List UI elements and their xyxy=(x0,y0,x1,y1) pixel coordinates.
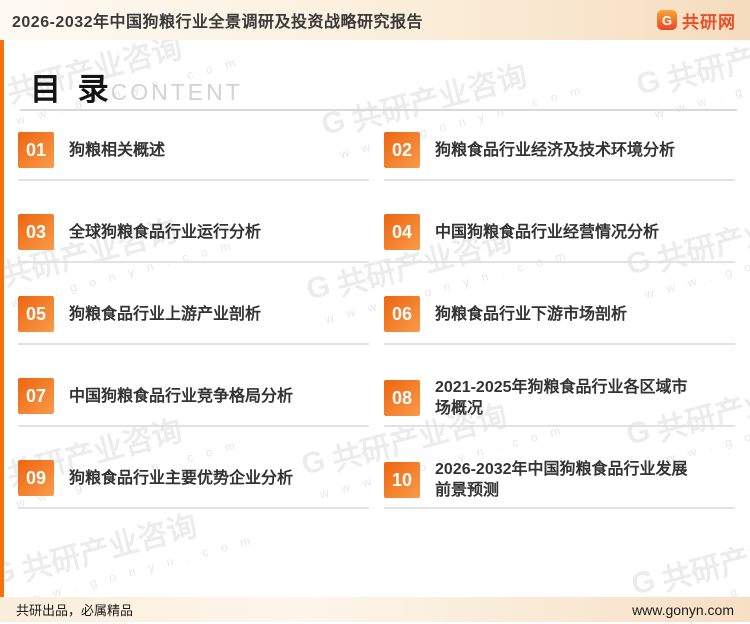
toc-item: 01 狗粮相关概述 xyxy=(18,131,369,213)
toc-item-number: 08 xyxy=(384,380,420,416)
toc-item-label: 狗粮食品行业主要优势企业分析 xyxy=(69,469,294,487)
toc-item-label: 中国狗粮食品行业经营情况分析 xyxy=(435,223,660,241)
toc-item-divider xyxy=(384,507,735,509)
toc-item-label: 狗粮相关概述 xyxy=(69,141,166,159)
header-bar: 2026-2032年中国狗粮行业全景调研及投资战略研究报告 G 共研网 xyxy=(0,0,750,40)
toc-list: 01 狗粮相关概述 02 狗粮食品行业经济及技术环境分析 03 全球狗粮食品行业… xyxy=(18,131,735,541)
toc-item-label: 全球狗粮食品行业运行分析 xyxy=(69,223,262,241)
brand-g-icon: G xyxy=(657,10,677,30)
watermark-brand: 共研产业咨询 xyxy=(348,59,531,138)
toc-item: 07 中国狗粮食品行业竞争格局分析 xyxy=(18,377,369,459)
toc-item-divider xyxy=(18,261,369,263)
footer-bar: 共研出品，必属精品 www.gonyn.com xyxy=(0,597,750,622)
toc-item: 04 中国狗粮食品行业经营情况分析 xyxy=(384,213,735,295)
toc-item-label: 狗粮食品行业上游产业剖析 xyxy=(69,305,262,323)
toc-item: 02 狗粮食品行业经济及技术环境分析 xyxy=(384,131,735,213)
toc-item: 06 狗粮食品行业下游市场剖析 xyxy=(384,295,735,377)
toc-item: 08 2021-2025年狗粮食品行业各区域市场概况 xyxy=(384,377,735,459)
footer-slogan: 共研出品，必属精品 xyxy=(16,603,134,618)
page-title: 目 录 xyxy=(30,72,113,107)
toc-item-number: 06 xyxy=(384,296,420,332)
toc-item-number: 09 xyxy=(18,460,54,496)
toc-item-number: 03 xyxy=(18,214,54,250)
toc-item-label: 2021-2025年狗粮食品行业各区域市场概况 xyxy=(435,379,688,417)
brand-logo: G 共研网 xyxy=(657,8,736,33)
toc-item: 10 2026-2032年中国狗粮食品行业发展前景预测 xyxy=(384,459,735,541)
toc-item-number: 07 xyxy=(18,378,54,414)
toc-item-label: 狗粮食品行业经济及技术环境分析 xyxy=(435,141,676,159)
toc-item-number: 05 xyxy=(18,296,54,332)
toc-item-number: 02 xyxy=(384,132,420,168)
toc-title-block: 目 录 CONTENT xyxy=(30,64,243,109)
toc-item-label: 狗粮食品行业下游市场剖析 xyxy=(435,305,628,323)
toc-item-number: 01 xyxy=(18,132,54,168)
toc-item-number: 10 xyxy=(384,462,420,498)
toc-item-divider xyxy=(384,261,735,263)
toc-item: 03 全球狗粮食品行业运行分析 xyxy=(18,213,369,295)
toc-item-divider xyxy=(384,179,735,181)
toc-item-number: 04 xyxy=(384,214,420,250)
page-subtitle: CONTENT xyxy=(110,79,243,105)
toc-item-divider xyxy=(18,507,369,509)
footer-website: www.gonyn.com xyxy=(632,601,734,618)
toc-item-divider xyxy=(384,343,735,345)
title-divider xyxy=(20,109,737,111)
toc-item: 09 狗粮食品行业主要优势企业分析 xyxy=(18,459,369,541)
toc-item-label: 2026-2032年中国狗粮食品行业发展前景预测 xyxy=(435,461,688,499)
left-accent-bar xyxy=(0,40,4,597)
brand-name: 共研网 xyxy=(682,12,736,32)
toc-item-label: 中国狗粮食品行业竞争格局分析 xyxy=(69,387,294,405)
toc-item-divider xyxy=(18,425,369,427)
toc-item-divider xyxy=(18,343,369,345)
toc-item-divider xyxy=(384,425,735,427)
watermark-g-icon: G xyxy=(632,63,664,102)
report-title: 2026-2032年中国狗粮行业全景调研及投资战略研究报告 xyxy=(12,14,424,31)
toc-item-divider xyxy=(18,179,369,181)
toc-item: 05 狗粮食品行业上游产业剖析 xyxy=(18,295,369,377)
